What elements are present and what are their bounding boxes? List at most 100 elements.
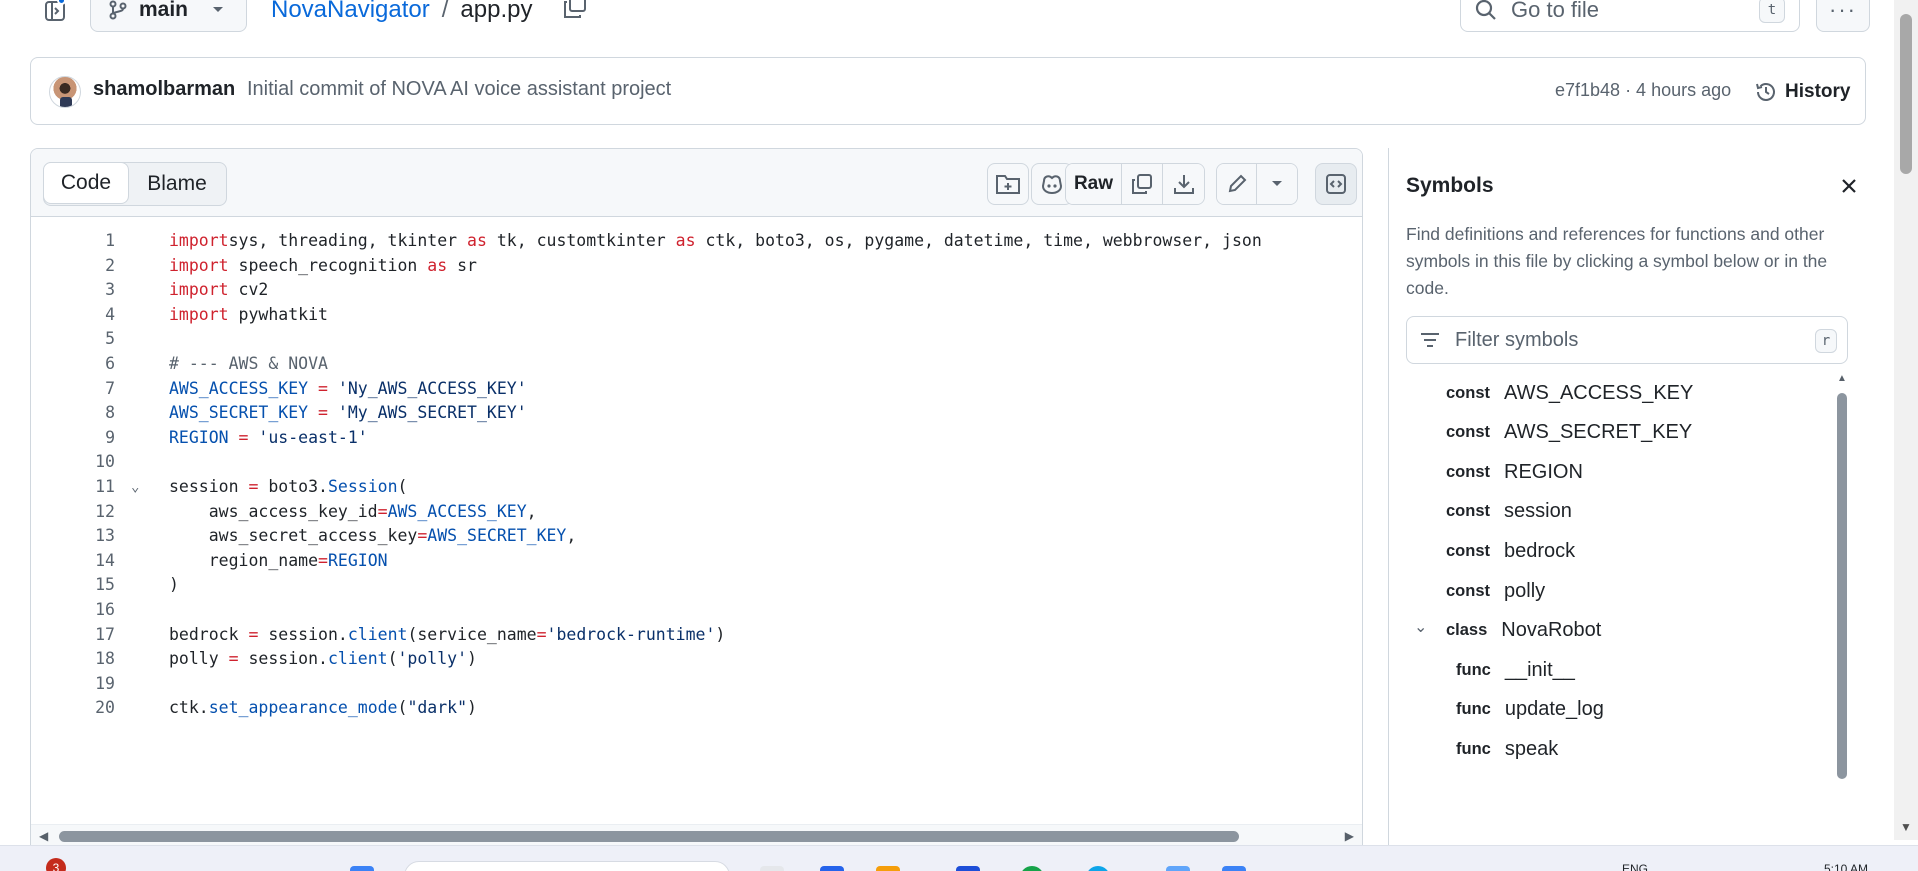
tab-code[interactable]: Code xyxy=(43,162,129,204)
symbol-item[interactable]: ⌄ class NovaRobot xyxy=(1406,611,1826,651)
history-button[interactable]: History xyxy=(1755,72,1850,112)
symbol-kind: const xyxy=(1446,423,1491,442)
page-scrollbar-thumb[interactable] xyxy=(1900,14,1912,174)
copy-path-button[interactable] xyxy=(562,0,592,24)
symbol-name: NovaRobot xyxy=(1501,619,1602,642)
app-icon[interactable] xyxy=(1020,866,1044,871)
search-icon xyxy=(1475,0,1496,20)
symbol-item[interactable]: const REGION xyxy=(1406,452,1826,492)
symbol-item[interactable]: func update_log xyxy=(1406,690,1826,730)
edit-group xyxy=(1216,163,1298,205)
code-toolbar: Code Blame Raw xyxy=(31,149,1362,217)
kebab-icon: ··· xyxy=(1829,0,1857,22)
tab-blame[interactable]: Blame xyxy=(128,163,226,205)
horizontal-scrollbar-thumb[interactable] xyxy=(59,831,1239,842)
more-options-button[interactable]: ··· xyxy=(1816,0,1870,32)
symbols-description: Find definitions and references for func… xyxy=(1406,224,1828,298)
scroll-up-arrow-icon[interactable]: ▲ xyxy=(1835,373,1849,384)
symbol-item[interactable]: const AWS_SECRET_KEY xyxy=(1406,413,1826,453)
symbol-item[interactable]: const AWS_ACCESS_KEY xyxy=(1406,373,1826,413)
filter-symbols-input[interactable]: Filter symbols r xyxy=(1406,316,1848,364)
symbol-item[interactable]: const session xyxy=(1406,492,1826,532)
chevron-down-icon xyxy=(213,7,224,12)
copy-icon xyxy=(564,0,586,18)
breadcrumb-repo-link[interactable]: NovaNavigator xyxy=(271,0,430,24)
symbol-kind: const xyxy=(1446,581,1491,600)
commit-message[interactable]: Initial commit of NOVA AI voice assistan… xyxy=(247,78,671,101)
code-panel: Code Blame Raw 1 importsys, threading, t… xyxy=(30,148,1363,871)
add-file-button[interactable] xyxy=(987,163,1029,205)
download-raw-button[interactable] xyxy=(1163,164,1204,204)
commit-meta[interactable]: e7f1b48 · 4 hours ago xyxy=(1555,80,1731,101)
scroll-down-arrow-icon[interactable]: ▼ xyxy=(1900,820,1912,834)
scroll-left-arrow-icon[interactable]: ◀ xyxy=(39,829,48,843)
symbols-scrollbar[interactable]: ▲ xyxy=(1835,373,1849,871)
edit-file-button[interactable] xyxy=(1217,164,1257,204)
copy-raw-button[interactable] xyxy=(1122,164,1163,204)
symbol-kind: class xyxy=(1446,621,1488,640)
app-icon[interactable] xyxy=(1166,866,1190,871)
symbol-item[interactable]: const polly xyxy=(1406,571,1826,611)
go-to-file-shortcut: t xyxy=(1759,0,1785,23)
close-symbols-button[interactable] xyxy=(1837,174,1861,198)
app-icon[interactable] xyxy=(820,866,844,871)
symbols-scrollbar-thumb[interactable] xyxy=(1837,393,1847,779)
input-language[interactable]: ENG xyxy=(1622,862,1648,871)
symbol-name: bedrock xyxy=(1504,539,1576,562)
symbol-name: polly xyxy=(1504,579,1546,602)
os-taskbar: 3 ENG 5:10 AM xyxy=(0,845,1918,871)
symbols-panel: Symbols Find definitions and references … xyxy=(1388,148,1866,871)
symbols-title: Symbols xyxy=(1406,174,1494,197)
branch-selector-button[interactable]: main xyxy=(90,0,247,32)
symbol-item[interactable]: func speak xyxy=(1406,729,1826,769)
horizontal-scrollbar[interactable]: ◀ ▶ xyxy=(31,824,1362,846)
page-scrollbar[interactable]: ▼ xyxy=(1894,0,1918,840)
filter-symbols-shortcut: r xyxy=(1815,329,1837,353)
symbol-item[interactable]: func __init__ xyxy=(1406,650,1826,690)
raw-button[interactable]: Raw xyxy=(1066,164,1122,204)
file-explorer-icon[interactable] xyxy=(876,866,900,871)
breadcrumb-separator: / xyxy=(441,0,449,23)
symbol-kind: const xyxy=(1446,502,1491,521)
history-icon xyxy=(1756,83,1775,101)
task-view-icon[interactable] xyxy=(760,866,784,871)
download-icon xyxy=(1173,175,1194,194)
commit-author[interactable]: shamolbarman xyxy=(93,78,235,101)
mail-icon[interactable] xyxy=(956,866,980,871)
symbol-name: session xyxy=(1504,500,1572,523)
code-line[interactable]: 20 ctk.set_appearance_mode("dark") xyxy=(31,693,1362,723)
file-header: main NovaNavigator / app.py Go to file t… xyxy=(0,0,1890,40)
file-tree-toggle-button[interactable] xyxy=(38,0,72,28)
taskbar-search[interactable] xyxy=(404,861,730,871)
chevron-down-icon xyxy=(1272,181,1282,186)
start-icon[interactable] xyxy=(350,866,374,871)
scroll-right-arrow-icon[interactable]: ▶ xyxy=(1345,829,1354,843)
clock[interactable]: 5:10 AM xyxy=(1824,862,1868,871)
copilot-icon xyxy=(1041,175,1063,195)
history-label: History xyxy=(1785,81,1851,102)
symbol-item[interactable]: const bedrock xyxy=(1406,531,1826,571)
chevron-down-icon[interactable]: ⌄ xyxy=(1406,617,1446,637)
git-branch-icon xyxy=(109,0,127,20)
app-icon[interactable] xyxy=(1222,866,1246,871)
edit-options-dropdown[interactable] xyxy=(1257,164,1297,204)
symbol-kind: const xyxy=(1446,383,1491,402)
go-to-file-input[interactable]: Go to file t xyxy=(1460,0,1800,32)
symbol-kind: func xyxy=(1456,660,1491,679)
symbol-name: AWS_SECRET_KEY xyxy=(1504,421,1693,444)
avatar[interactable] xyxy=(49,76,81,108)
browser-icon[interactable] xyxy=(1086,866,1110,871)
symbol-kind: const xyxy=(1446,541,1491,560)
breadcrumb: NovaNavigator / app.py xyxy=(271,0,532,24)
raw-copy-download-group: Raw xyxy=(1065,163,1205,205)
symbol-kind: func xyxy=(1456,700,1491,719)
symbols-list: const AWS_ACCESS_KEY const AWS_SECRET_KEY co… xyxy=(1406,373,1836,871)
code-body[interactable]: 1 importsys, threading, tkinter as tk, cu… xyxy=(31,218,1362,824)
symbol-kind: func xyxy=(1456,739,1491,758)
latest-commit-bar: shamolbarman Initial commit of NOVA AI v… xyxy=(30,57,1866,125)
symbol-name: __init__ xyxy=(1504,658,1575,681)
pencil-icon xyxy=(1228,174,1246,193)
symbol-name: speak xyxy=(1504,737,1559,760)
symbols-panel-toggle-button[interactable] xyxy=(1315,163,1357,205)
line-number[interactable]: 20 xyxy=(65,693,115,723)
